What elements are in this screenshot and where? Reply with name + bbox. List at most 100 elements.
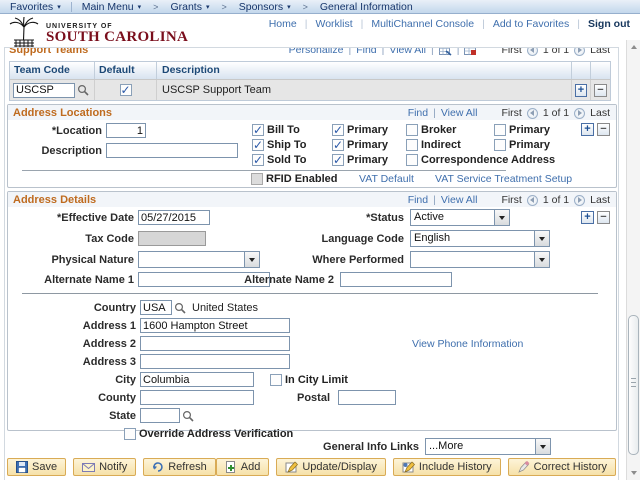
delete-row-button[interactable]: − [597, 211, 610, 224]
address-2-input[interactable] [140, 336, 290, 351]
vertical-scrollbar[interactable] [626, 40, 640, 480]
indirect-checkbox[interactable] [406, 138, 418, 151]
lookup-icon[interactable] [174, 302, 186, 314]
lookup-icon[interactable] [77, 84, 89, 96]
city-input[interactable] [140, 372, 254, 387]
status-select[interactable]: Active [410, 209, 510, 226]
view-all-link[interactable]: View All [389, 48, 426, 56]
ship-to-label: Ship To [267, 138, 307, 151]
alternate-name-2-label: Alternate Name 2 [244, 273, 334, 286]
add-row-button[interactable]: + [581, 211, 594, 224]
vat-service-treatment-setup-link[interactable]: VAT Service Treatment Setup [435, 173, 572, 185]
correspondence-address-checkbox[interactable] [406, 153, 418, 166]
include-history-button[interactable]: Include History [392, 458, 501, 476]
next-row-button[interactable] [574, 48, 586, 56]
first-label: First [501, 107, 522, 119]
breadcrumb-grants[interactable]: Grants ▾ [160, 1, 219, 13]
breadcrumb: Favorites ▾ Main Menu ▾ > Grants ▾ > Sponso… [0, 0, 640, 14]
sign-out-link[interactable]: Sign out [588, 18, 630, 30]
refresh-button[interactable]: Refresh [143, 458, 216, 476]
next-row-button[interactable] [574, 194, 586, 206]
find-link[interactable]: Find [408, 107, 428, 119]
alternate-name-2-input[interactable] [340, 272, 452, 287]
broker-checkbox[interactable] [406, 123, 418, 136]
country-display: United States [192, 301, 259, 314]
postal-input[interactable] [338, 390, 396, 405]
general-info-links-row: General Info Links ...More [5, 438, 617, 455]
breadcrumb-main-menu[interactable]: Main Menu ▾ [72, 1, 151, 13]
rfid-enabled-label: RFID Enabled [266, 172, 338, 185]
tax-code-input [138, 231, 206, 246]
grid-zoom-icon[interactable] [438, 48, 452, 56]
bill-primary-checkbox[interactable] [332, 123, 344, 137]
header-link-worklist[interactable]: Worklist [315, 18, 352, 30]
breadcrumb-favorites[interactable]: Favorites ▾ [0, 1, 71, 13]
find-link[interactable]: Find [356, 48, 376, 56]
previous-row-button[interactable] [526, 107, 538, 119]
scroll-up-button[interactable] [628, 41, 640, 53]
palmetto-tree-icon [9, 17, 39, 48]
bill-to-checkbox[interactable] [252, 123, 264, 137]
sold-to-checkbox[interactable] [252, 153, 264, 167]
view-all-link[interactable]: View All [441, 107, 478, 119]
address-details-title: Address Details [13, 194, 97, 206]
vat-default-link[interactable]: VAT Default [359, 173, 414, 185]
primary-label: Primary [509, 123, 550, 136]
update-display-button[interactable]: Update/Display [276, 458, 386, 476]
save-button[interactable]: Save [7, 458, 67, 476]
default-checkbox[interactable] [119, 83, 132, 97]
county-label: County [98, 391, 136, 404]
correct-history-button[interactable]: Correct History [507, 458, 617, 476]
header-link-multichannel-console[interactable]: MultiChannel Console [371, 18, 474, 30]
breadcrumb-sponsors[interactable]: Sponsors ▾ [229, 1, 301, 13]
broker-primary-checkbox[interactable] [494, 123, 506, 136]
header-link-add-to-favorites[interactable]: Add to Favorites [493, 18, 569, 30]
delete-row-button[interactable]: − [594, 83, 607, 97]
find-link[interactable]: Find [408, 194, 428, 206]
rfid-enabled-checkbox[interactable] [251, 172, 263, 185]
previous-row-button[interactable] [526, 48, 538, 56]
indirect-primary-checkbox[interactable] [494, 138, 506, 151]
last-label: Last [590, 194, 610, 206]
address-1-input[interactable] [140, 318, 290, 333]
last-label: Last [590, 48, 610, 56]
column-add [572, 62, 591, 79]
status-label: *Status [366, 211, 404, 224]
lookup-icon[interactable] [182, 410, 194, 422]
sold-primary-checkbox[interactable] [332, 153, 344, 167]
primary-label: Primary [509, 138, 550, 151]
ship-primary-checkbox[interactable] [332, 138, 344, 152]
view-all-link[interactable]: View All [441, 194, 478, 206]
ship-to-checkbox[interactable] [252, 138, 264, 152]
download-to-excel-icon[interactable] [464, 48, 477, 56]
language-code-select[interactable]: English [410, 230, 550, 247]
state-input[interactable] [140, 408, 180, 423]
address-3-input[interactable] [140, 354, 290, 369]
content-area: Support Teams Personalize | Find | View Al… [4, 47, 619, 480]
view-phone-information-link[interactable]: View Phone Information [412, 338, 523, 350]
scroll-down-button[interactable] [628, 467, 640, 479]
general-info-links-select[interactable]: ...More [425, 438, 551, 455]
effective-date-input[interactable] [138, 210, 210, 225]
team-code-input[interactable] [13, 82, 75, 98]
where-performed-select[interactable] [410, 251, 550, 268]
previous-row-button[interactable] [526, 194, 538, 206]
dropdown-icon [494, 210, 509, 225]
address-locations-title: Address Locations [13, 107, 113, 119]
add-row-button[interactable]: + [581, 123, 594, 136]
country-input[interactable] [140, 300, 172, 315]
county-input[interactable] [140, 390, 254, 405]
action-bar: Save Notify Refresh Add Update/Display I… [7, 458, 617, 476]
physical-nature-select[interactable] [138, 251, 260, 268]
delete-row-button[interactable]: − [597, 123, 610, 136]
primary-label: Primary [347, 138, 388, 151]
notify-button[interactable]: Notify [73, 458, 137, 476]
in-city-limit-checkbox[interactable] [270, 373, 282, 386]
next-row-button[interactable] [574, 107, 586, 119]
personalize-link[interactable]: Personalize [289, 48, 344, 56]
header-link-home[interactable]: Home [269, 18, 297, 30]
scrollbar-thumb[interactable] [628, 315, 639, 455]
add-button[interactable]: Add [215, 458, 270, 476]
indirect-label: Indirect [421, 138, 461, 151]
add-row-button[interactable]: + [575, 83, 587, 97]
